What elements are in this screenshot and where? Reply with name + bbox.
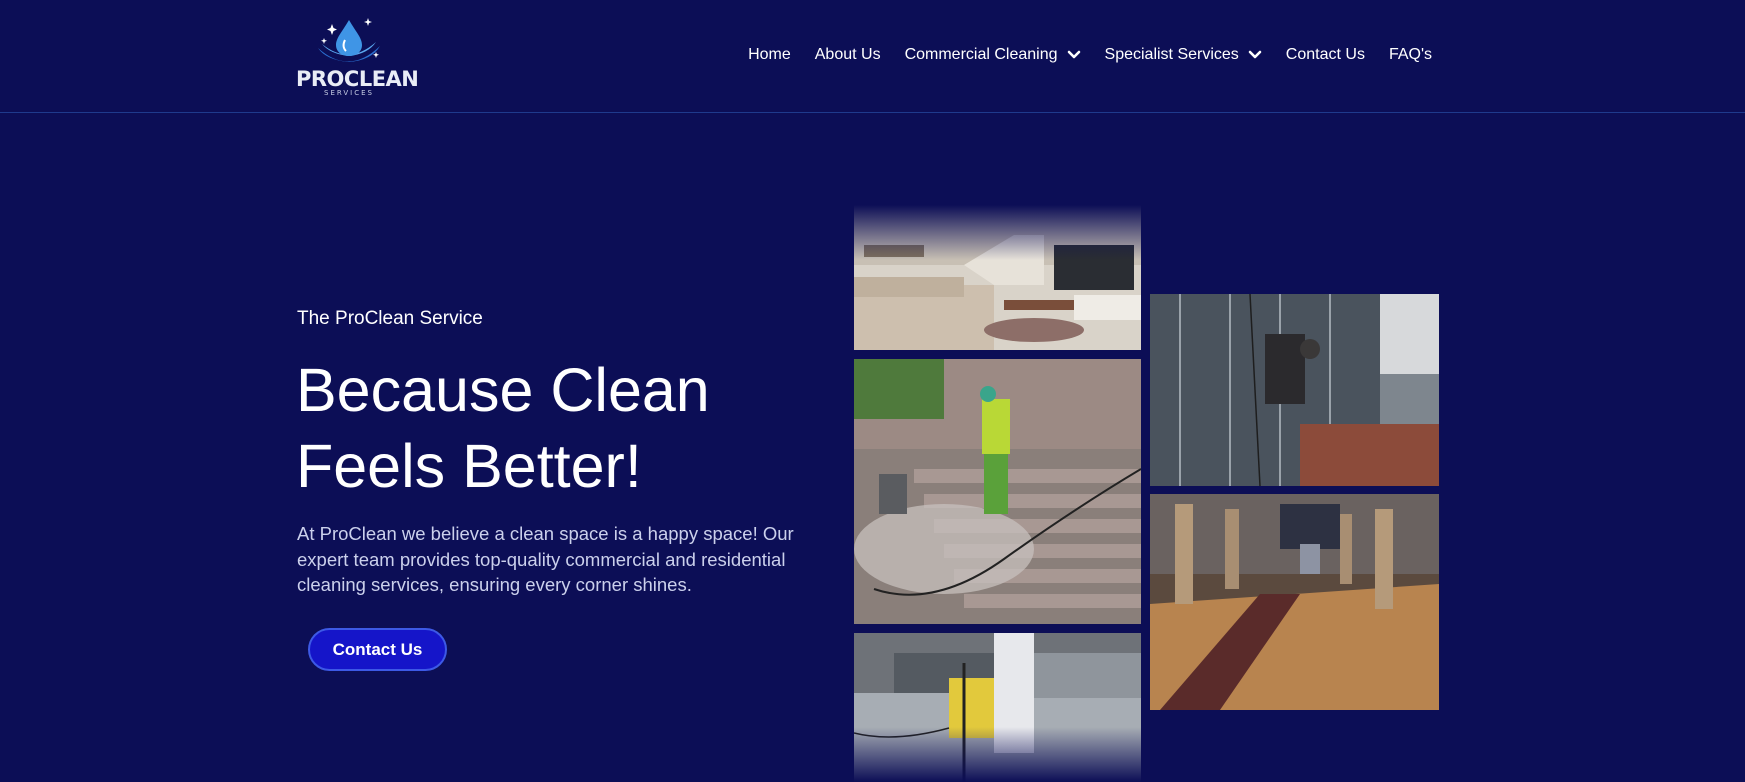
nav-specialist-services-label: Specialist Services (1104, 46, 1239, 63)
window-cleaning-photo (1150, 294, 1439, 486)
logo[interactable]: PROCLEAN SERVICES (296, 16, 419, 98)
hero-description: At ProClean we believe a clean space is … (297, 523, 794, 595)
vacuum-cleaning-photo (854, 633, 1141, 782)
nav-commercial-cleaning-label: Commercial Cleaning (904, 46, 1058, 63)
nav-specialist-services[interactable]: Specialist Services (1105, 46, 1262, 64)
hero-headline-line1: Because Clean (296, 356, 710, 424)
nav-home-label: Home (748, 46, 791, 63)
nav-about-us[interactable]: About Us (815, 46, 881, 64)
hero-headline: Because Clean Feels Better! (296, 352, 816, 504)
logo-wordmark: PROCLEAN (296, 67, 419, 91)
nav-home[interactable]: Home (748, 46, 791, 64)
nav-contact-us[interactable]: Contact Us (1286, 46, 1365, 64)
chevron-down-icon (1248, 50, 1262, 59)
nav-commercial-cleaning[interactable]: Commercial Cleaning (905, 46, 1081, 64)
living-room-photo (854, 205, 1141, 350)
nav-about-us-label: About Us (814, 46, 881, 63)
nav-contact-us-label: Contact Us (1285, 46, 1365, 63)
contact-us-button[interactable]: Contact Us (308, 628, 447, 671)
church-floor-photo (1150, 494, 1439, 710)
nav-faqs-label: FAQ's (1388, 46, 1432, 63)
pressure-washing-photo (854, 359, 1141, 624)
water-drop-icon (318, 18, 380, 62)
hero-eyebrow: The ProClean Service (297, 308, 483, 329)
main-nav: Home About Us Commercial Cleaning Specia… (748, 46, 1432, 64)
site-header: PROCLEAN SERVICES Home About Us Commerci… (0, 0, 1745, 113)
logo-tagline: SERVICES (324, 89, 374, 97)
chevron-down-icon (1067, 50, 1080, 59)
hero-headline-line2: Feels Better! (296, 432, 642, 500)
nav-faqs[interactable]: FAQ's (1389, 46, 1432, 64)
